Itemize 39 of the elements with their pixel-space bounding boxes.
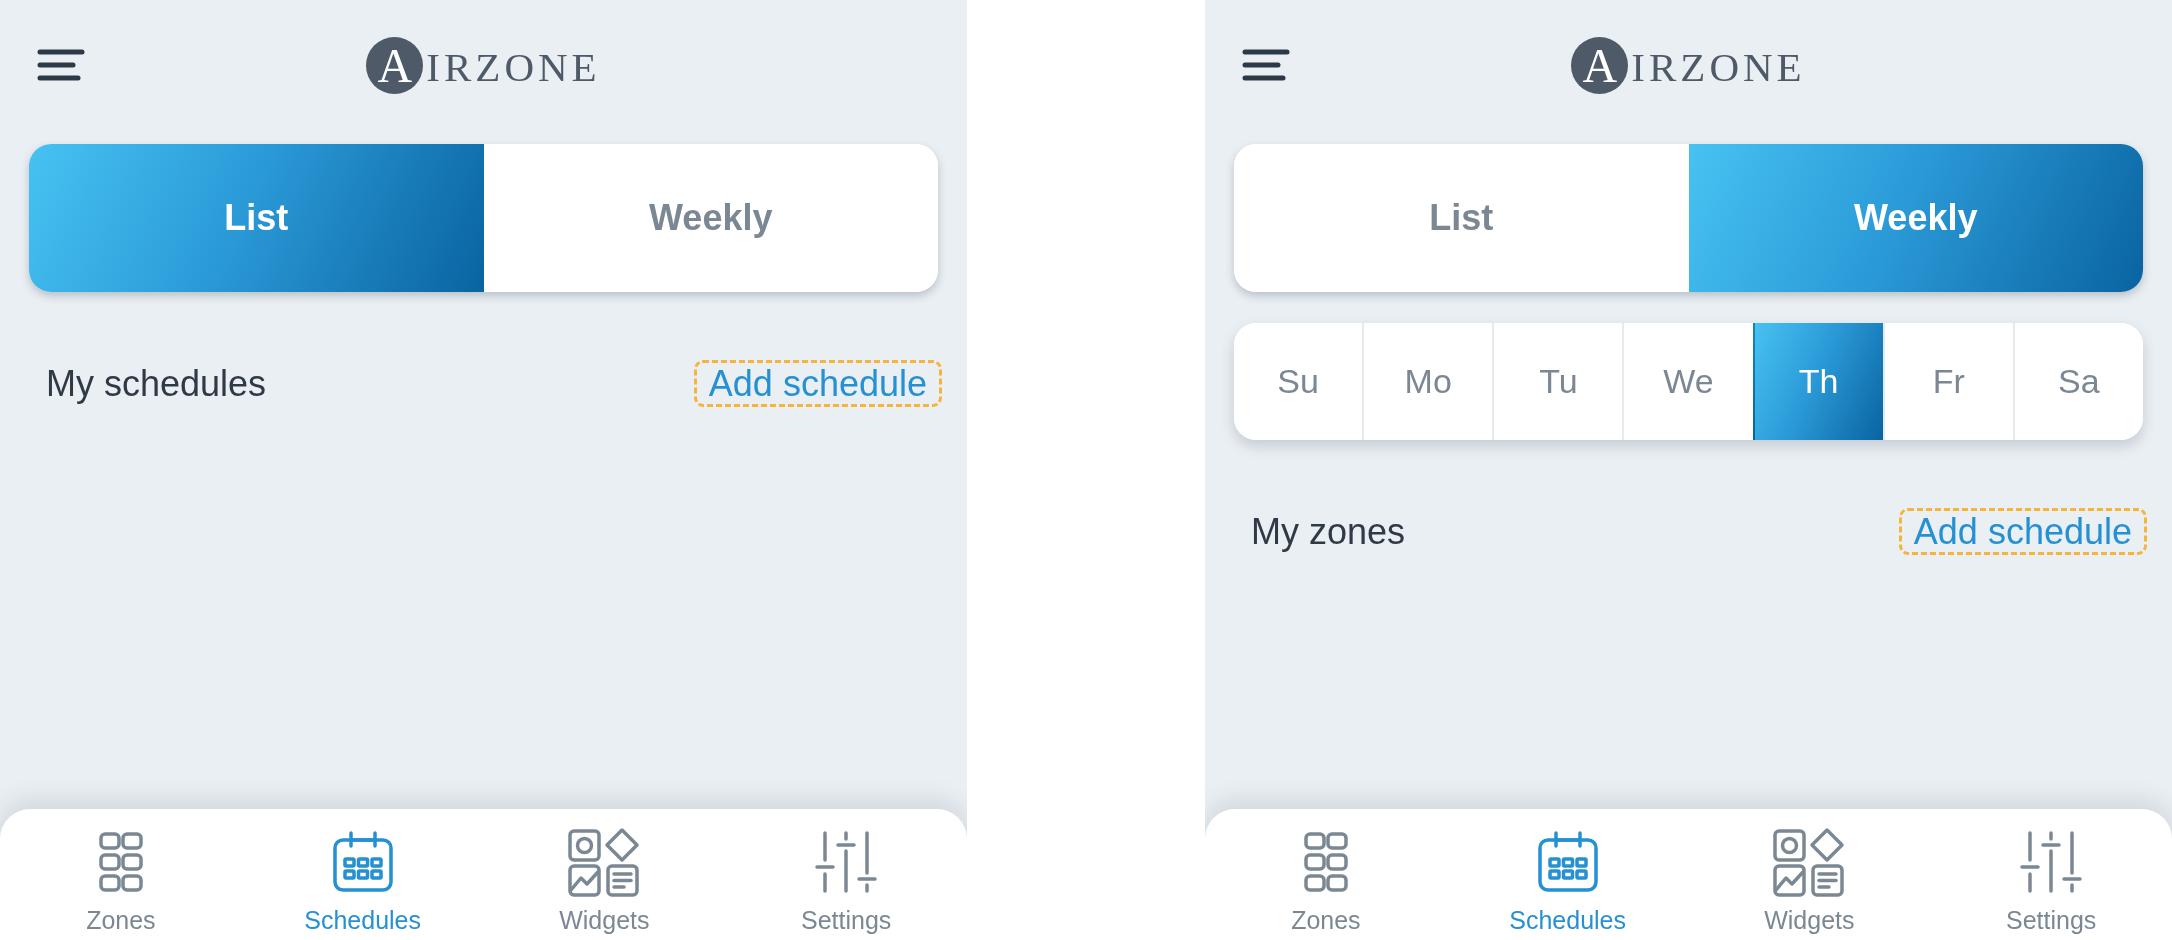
day-tab[interactable]: Su [1234,323,1363,440]
sliders-icon [815,831,878,893]
nav-item[interactable]: Settings [725,809,967,940]
menu-button[interactable] [37,48,85,82]
nav-item[interactable]: Schedules [1446,809,1689,940]
day-tab[interactable]: Mo [1362,323,1493,440]
view-tab[interactable]: List [1234,144,1689,292]
day-tab[interactable]: Tu [1492,323,1623,440]
logo-text: IRZONE [426,42,601,88]
add-schedule-link[interactable]: Add schedule [1898,508,2147,555]
widgets-icon [568,827,641,897]
grid-icon [98,832,143,892]
day-tab[interactable]: Fr [1882,323,2013,440]
nav-item[interactable]: Settings [1930,809,2172,940]
widgets-icon [1773,827,1846,897]
logo-text: IRZONE [1631,42,1806,88]
nav-item[interactable]: Widgets [483,809,726,940]
day-tab[interactable]: Sa [2012,323,2143,440]
logo-mark: A [366,36,424,94]
nav-item[interactable]: Widgets [1688,809,1931,940]
calendar-icon [331,831,394,893]
nav-item[interactable]: Zones [1205,809,1447,940]
menu-button[interactable] [1242,48,1290,82]
menu-icon [37,48,85,82]
menu-icon [1242,48,1290,82]
nav-item[interactable]: Schedules [241,809,484,940]
section-title: My zones [1251,510,1406,553]
add-schedule-link[interactable]: Add schedule [693,360,942,407]
day-tab[interactable]: Th [1752,323,1883,440]
view-tab[interactable]: Weekly [483,144,938,292]
view-tab[interactable]: Weekly [1688,144,2143,292]
sliders-icon [2020,831,2083,893]
nav-item[interactable]: Zones [0,809,242,940]
grid-icon [1303,832,1348,892]
view-tab[interactable]: List [29,144,484,292]
day-tab[interactable]: We [1622,323,1753,440]
section-title: My schedules [46,362,267,405]
calendar-icon [1536,831,1599,893]
logo-mark: A [1571,36,1629,94]
